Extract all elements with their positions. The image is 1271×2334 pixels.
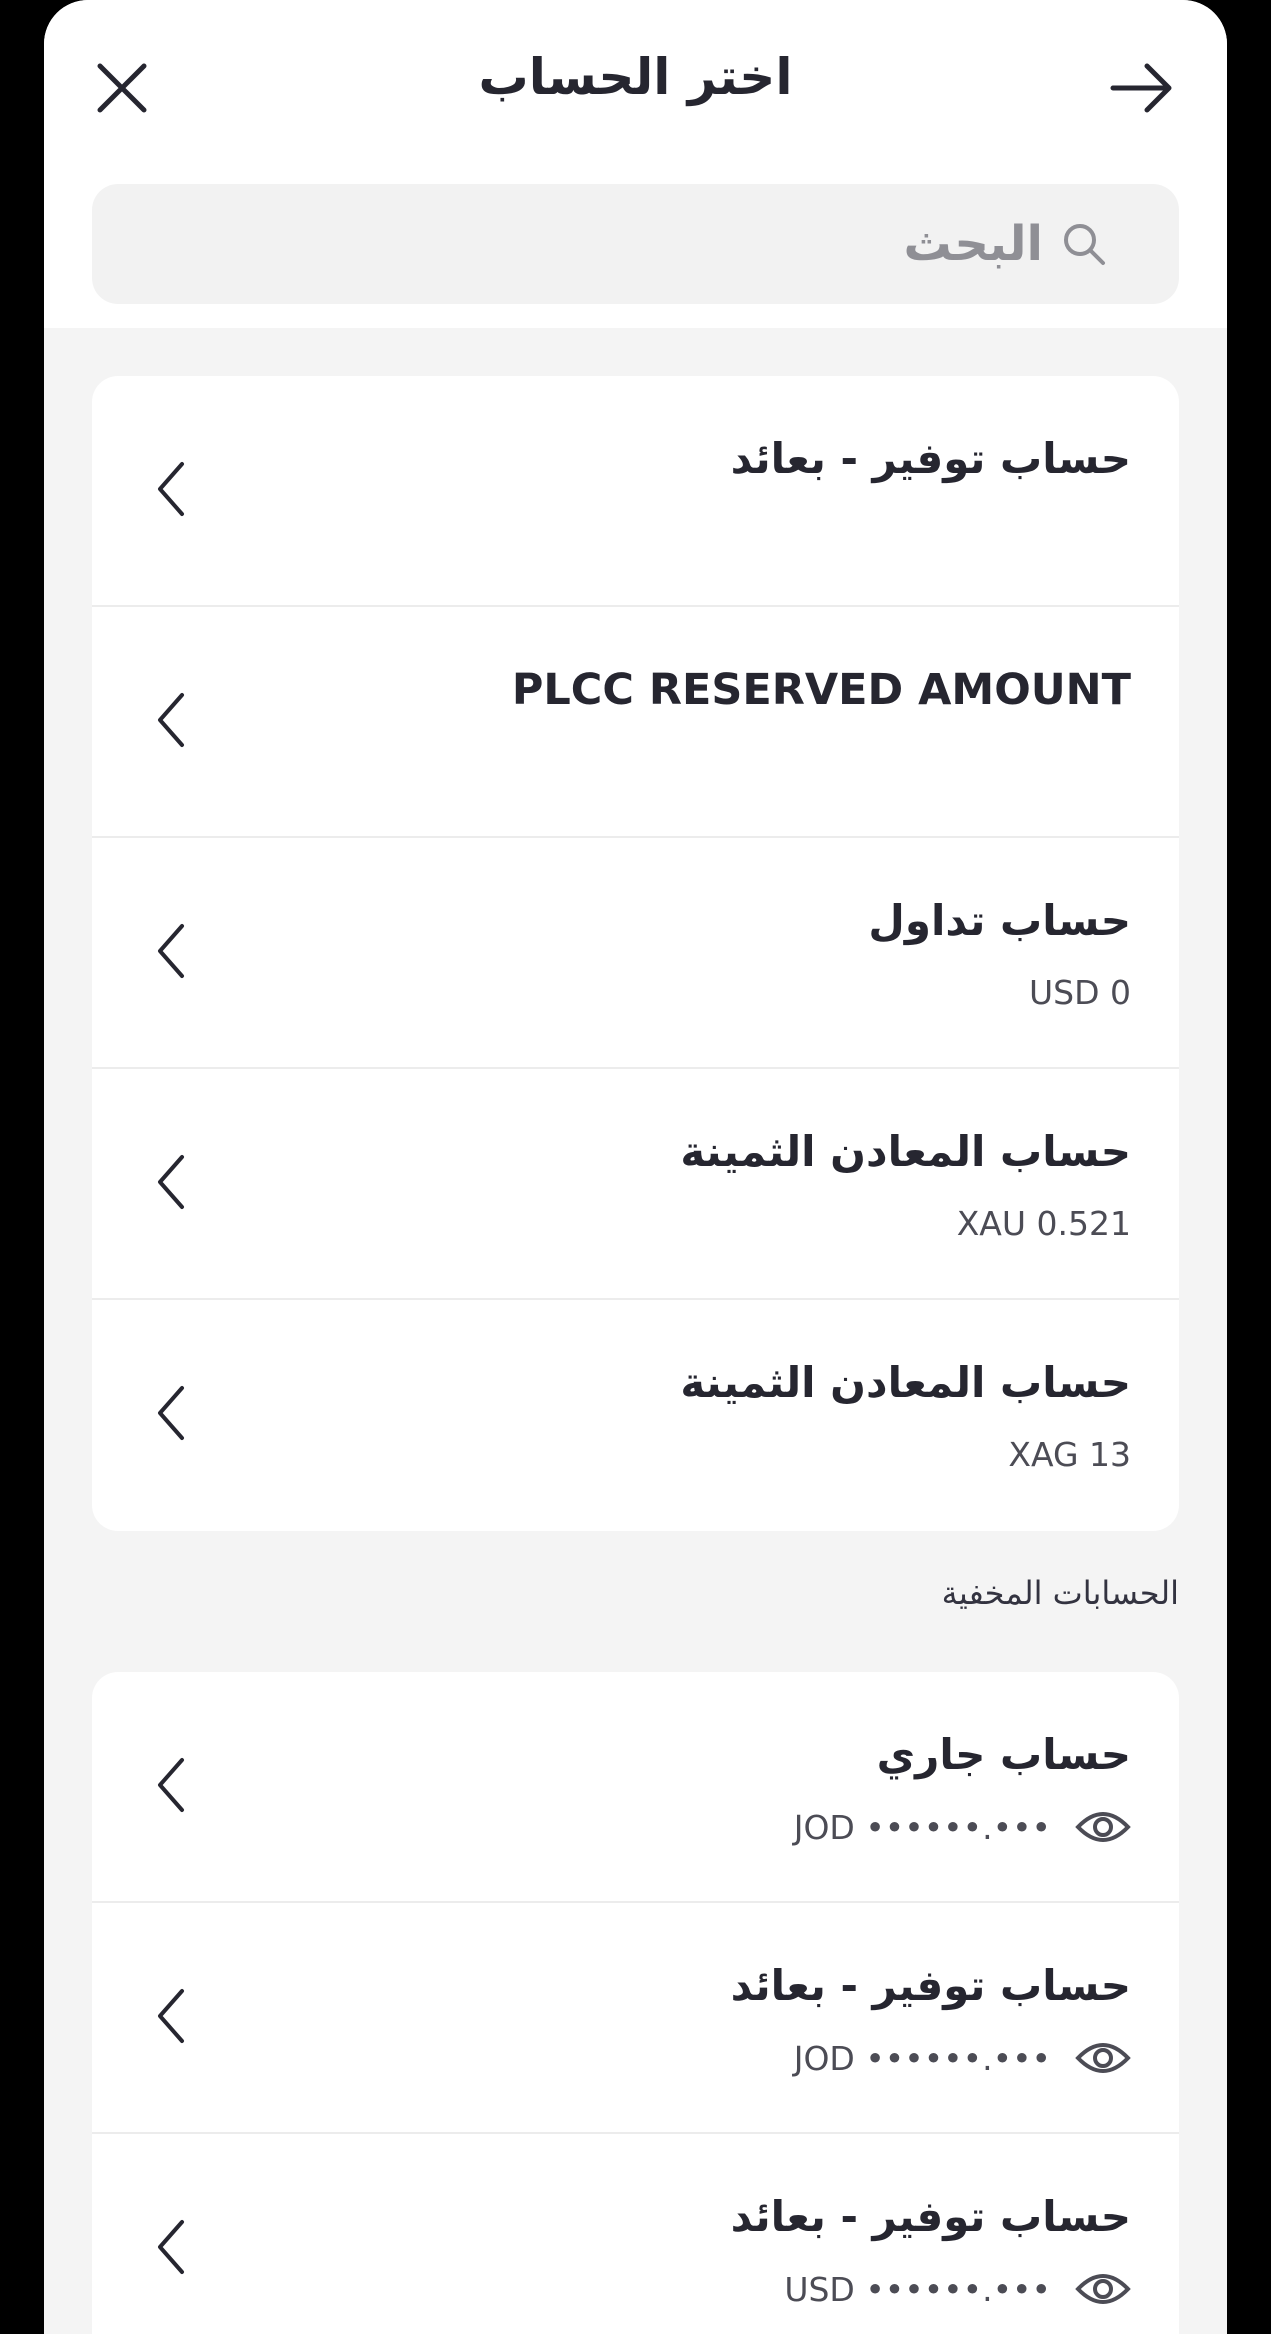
- account-picker-sheet: اختر الحساب حساب توفير - بعائد PLCC RESE…: [44, 0, 1227, 2334]
- hidden-account-row[interactable]: حساب توفير - بعائد USD ••••••.•••: [92, 2134, 1179, 2334]
- search-bar: [92, 183, 1179, 305]
- search-input[interactable]: [92, 183, 1045, 305]
- account-name: حساب توفير - بعائد: [730, 434, 1131, 483]
- chevron-left-icon: [158, 2220, 184, 2274]
- account-name: حساب تداول: [868, 896, 1131, 945]
- account-row[interactable]: حساب تداول USD 0: [92, 838, 1179, 1069]
- account-balance: USD 0: [1029, 973, 1131, 1012]
- account-balance-masked: JOD ••••••.•••: [794, 1807, 1131, 1847]
- chevron-left-icon: [158, 1155, 184, 1209]
- account-row[interactable]: حساب المعادن الثمينة XAG 13: [92, 1300, 1179, 1531]
- search-icon: [1064, 224, 1105, 265]
- masked-amount: JOD ••••••.•••: [793, 1807, 1051, 1847]
- chevron-left-icon: [158, 1758, 184, 1812]
- account-name: حساب جاري: [876, 1730, 1131, 1779]
- account-balance-masked: USD ••••••.•••: [784, 2269, 1131, 2309]
- account-balance: XAG 13: [1008, 1435, 1131, 1474]
- accounts-list: حساب توفير - بعائد PLCC RESERVED AMOUNT …: [92, 376, 1179, 1531]
- header: اختر الحساب: [44, 0, 1227, 328]
- account-row[interactable]: PLCC RESERVED AMOUNT: [92, 607, 1179, 838]
- chevron-left-icon: [158, 1386, 184, 1440]
- chevron-left-icon: [158, 924, 184, 978]
- chevron-left-icon: [158, 1989, 184, 2043]
- account-name: حساب المعادن الثمينة: [680, 1358, 1131, 1407]
- account-row[interactable]: حساب توفير - بعائد: [92, 376, 1179, 607]
- hidden-accounts-heading: الحسابات المخفية: [941, 1574, 1179, 1612]
- eye-icon[interactable]: [1075, 2038, 1131, 2078]
- eye-icon[interactable]: [1075, 1807, 1131, 1847]
- chevron-left-icon: [158, 462, 184, 516]
- account-name: PLCC RESERVED AMOUNT: [511, 665, 1131, 715]
- page-title: اختر الحساب: [478, 48, 793, 106]
- account-balance-masked: JOD ••••••.•••: [794, 2038, 1131, 2078]
- hidden-account-row[interactable]: حساب توفير - بعائد JOD ••••••.•••: [92, 1903, 1179, 2134]
- eye-icon[interactable]: [1075, 2269, 1131, 2309]
- account-name: حساب توفير - بعائد: [730, 2192, 1131, 2241]
- masked-amount: JOD ••••••.•••: [793, 2038, 1051, 2078]
- account-balance: XAU 0.521: [956, 1204, 1131, 1243]
- hidden-account-row[interactable]: حساب جاري JOD ••••••.•••: [92, 1672, 1179, 1903]
- account-name: حساب المعادن الثمينة: [680, 1127, 1131, 1176]
- chevron-left-icon: [158, 693, 184, 747]
- hidden-accounts-list: حساب جاري JOD ••••••.••• حساب توفير - بع…: [92, 1672, 1179, 2334]
- masked-amount: USD ••••••.•••: [784, 2269, 1051, 2309]
- forward-button[interactable]: [1092, 38, 1192, 138]
- account-row[interactable]: حساب المعادن الثمينة XAU 0.521: [92, 1069, 1179, 1300]
- arrow-right-icon: [1110, 63, 1172, 113]
- account-name: حساب توفير - بعائد: [730, 1961, 1131, 2010]
